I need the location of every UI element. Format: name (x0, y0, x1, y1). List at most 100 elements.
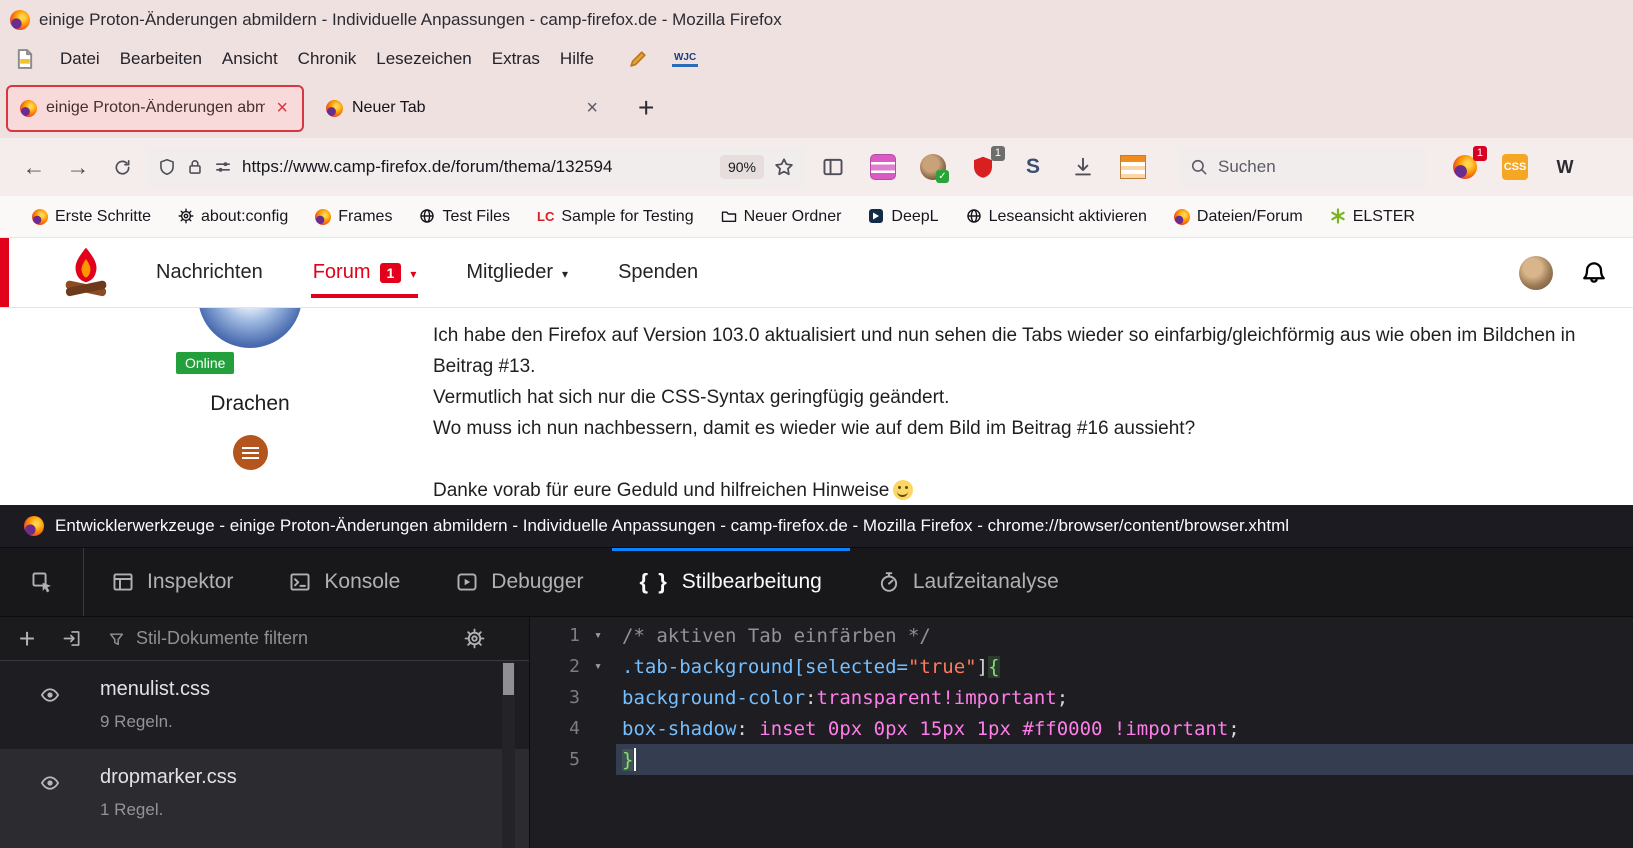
scrollbar-thumb[interactable] (503, 663, 514, 695)
bookmark-item[interactable]: DeepL (868, 208, 938, 226)
devtools-settings-gear-icon[interactable] (464, 628, 485, 649)
notification-bell-icon[interactable] (1581, 260, 1607, 286)
code-line[interactable]: 1▾/* aktiven Tab einfärben */ (530, 620, 1633, 651)
devtools-tab-debugger[interactable]: Debugger (428, 548, 611, 616)
sidebar-scrollbar[interactable] (502, 661, 515, 848)
pencil-icon[interactable] (628, 49, 648, 69)
firefox-icon (315, 209, 331, 225)
tab-close-icon[interactable]: × (584, 97, 600, 120)
bookmark-item[interactable]: about:config (178, 208, 288, 226)
bookmark-label: DeepL (891, 208, 938, 226)
code-line[interactable]: 4box-shadow: inset 0px 0px 15px 1px #ff0… (530, 713, 1633, 744)
devtools-tab-konsole[interactable]: Konsole (261, 548, 428, 616)
lock-icon[interactable] (186, 158, 204, 176)
download-icon[interactable] (1066, 150, 1100, 184)
site-nav-item[interactable]: Nachrichten (156, 238, 263, 307)
bookmark-item[interactable]: Frames (315, 208, 392, 226)
post-text-line: Wo muss ich nun nachbessern, damit es wi… (433, 413, 1615, 444)
menubar-extras: WJC (628, 49, 698, 69)
bookmark-item[interactable]: Dateien/Forum (1174, 208, 1303, 226)
stylus-extension-icon[interactable]: S (1016, 150, 1050, 184)
menu-item[interactable]: Extras (482, 44, 550, 74)
stylesheet-rule-count: 1 Regel. (100, 800, 237, 820)
window-titlebar: einige Proton-Änderungen abmildern - Ind… (0, 0, 1633, 40)
inspector-icon (112, 570, 134, 594)
menu-item[interactable]: Ansicht (212, 44, 288, 74)
element-picker-icon[interactable] (0, 548, 84, 616)
devtools-tab-label: Inspektor (147, 570, 233, 594)
site-header: Nachrichten Forum1▾ Mitglieder▾ Spenden (0, 238, 1633, 308)
menu-item[interactable]: Datei (50, 44, 110, 74)
globe-icon (419, 208, 435, 226)
partial-extension-icon[interactable]: W (1548, 150, 1582, 184)
site-nav-item[interactable]: Forum1▾ (313, 238, 417, 307)
gear-icon (178, 208, 194, 226)
bookmark-star-icon[interactable] (774, 157, 794, 177)
post-author-avatar[interactable] (198, 308, 302, 348)
fold-arrow-icon[interactable]: ▾ (580, 628, 616, 643)
forward-button[interactable]: → (58, 148, 98, 186)
permissions-icon[interactable] (214, 158, 232, 176)
new-tab-button[interactable]: + (638, 94, 654, 122)
bookmark-item[interactable]: ELSTER (1330, 208, 1415, 226)
campfire-logo-icon[interactable] (58, 245, 114, 301)
menu-item[interactable]: Lesezeichen (366, 44, 481, 74)
ublock-origin-icon[interactable]: 1 (966, 150, 1000, 184)
wjc-extension-icon[interactable]: WJC (672, 51, 698, 67)
sidebar-icon[interactable] (816, 150, 850, 184)
firefox-alert-badge: 1 (1473, 146, 1487, 161)
code-line[interactable]: 3background-color:transparent!important; (530, 682, 1633, 713)
bookmark-item[interactable]: Neuer Ordner (721, 208, 842, 226)
firefox-account-alert-icon[interactable]: 1 (1448, 150, 1482, 184)
stylesheet-item[interactable]: menulist.css9 Regeln. (0, 661, 529, 749)
site-nav-item[interactable]: Mitglieder▾ (466, 238, 568, 307)
bookmark-item[interactable]: Erste Schritte (32, 208, 151, 226)
back-button[interactable]: ← (14, 148, 54, 186)
code-line[interactable]: 5} (530, 744, 1633, 775)
site-nav-label: Mitglieder (466, 261, 553, 284)
tab-close-icon[interactable]: × (274, 97, 290, 120)
user-avatar[interactable] (1519, 256, 1553, 290)
css-code-editor[interactable]: 1▾/* aktiven Tab einfärben */2▾.tab-back… (530, 617, 1633, 848)
reload-button[interactable] (102, 148, 142, 186)
filter-placeholder: Stil-Dokumente filtern (136, 628, 308, 649)
menu-item[interactable]: Hilfe (550, 44, 604, 74)
tracking-protection-shield-icon[interactable] (158, 158, 176, 176)
folder-icon (721, 208, 737, 226)
menu-item[interactable]: Bearbeiten (110, 44, 212, 74)
bookmark-item[interactable]: Leseansicht aktivieren (966, 208, 1147, 226)
import-stylesheet-button[interactable] (52, 620, 90, 658)
filter-stylesheets-input[interactable]: Stil-Dokumente filtern (108, 628, 458, 649)
css-extension-icon[interactable]: CSS (1498, 150, 1532, 184)
bookmark-label: Dateien/Forum (1197, 208, 1303, 226)
url-bar[interactable]: https://www.camp-firefox.de/forum/thema/… (146, 147, 806, 187)
visibility-eye-icon[interactable] (0, 678, 100, 705)
search-bar[interactable]: Suchen (1178, 147, 1426, 187)
table-extension-icon[interactable] (1116, 150, 1150, 184)
new-stylesheet-button[interactable]: + (8, 620, 46, 658)
stylesheet-item[interactable]: dropmarker.css1 Regel. (0, 749, 529, 837)
post-author-name[interactable]: Drachen (140, 392, 360, 416)
document-icon[interactable] (14, 48, 36, 70)
navigation-toolbar: ← → https://www.camp-firefox.de/forum/th… (0, 138, 1633, 196)
devtools-tab-laufzeitanalyse[interactable]: Laufzeitanalyse (850, 548, 1087, 616)
bookmark-item[interactable]: LCSample for Testing (537, 208, 694, 226)
zoom-level-badge[interactable]: 90% (720, 155, 764, 179)
bookmark-label: Neuer Ordner (744, 208, 842, 226)
browser-tab[interactable]: Neuer Tab× (314, 85, 612, 132)
code-text: } (616, 744, 1633, 775)
devtools-tab-stilbearbeitung[interactable]: { }Stilbearbeitung (612, 548, 850, 616)
browser-tab[interactable]: einige Proton-Änderungen abm× (6, 85, 304, 132)
menu-item[interactable]: Chronik (288, 44, 367, 74)
url-text[interactable]: https://www.camp-firefox.de/forum/thema/… (242, 157, 710, 177)
visibility-eye-icon[interactable] (0, 766, 100, 793)
bookmark-item[interactable]: Test Files (419, 208, 510, 226)
site-nav: Nachrichten Forum1▾ Mitglieder▾ Spenden (156, 238, 698, 307)
account-extension-icon[interactable]: ✓ (916, 150, 950, 184)
bookmark-label: Frames (338, 208, 392, 226)
devtools-tab-inspektor[interactable]: Inspektor (84, 548, 261, 616)
code-line[interactable]: 2▾.tab-background[selected="true"]{ (530, 651, 1633, 682)
site-nav-item[interactable]: Spenden (618, 238, 698, 307)
screenshot-extension-icon[interactable] (866, 150, 900, 184)
fold-arrow-icon[interactable]: ▾ (580, 659, 616, 674)
